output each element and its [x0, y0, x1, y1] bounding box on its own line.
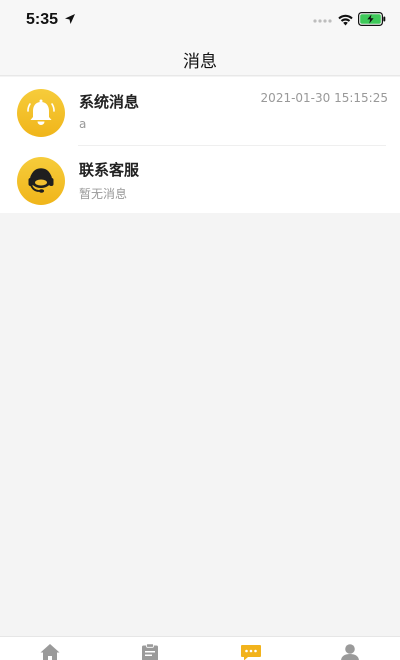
home-icon — [40, 644, 60, 660]
tab-orders[interactable] — [139, 643, 161, 660]
tab-profile[interactable] — [339, 643, 361, 660]
status-time: 5:35 — [26, 11, 59, 28]
system-message-avatar — [17, 89, 65, 137]
message-timestamp: 2021-01-30 15:15:25 — [260, 91, 388, 105]
message-title: 系统消息 — [79, 93, 140, 111]
clipboard-icon — [142, 643, 158, 660]
message-preview: 暂无消息 — [79, 187, 128, 201]
tab-bar — [0, 636, 400, 660]
message-list: 系统消息 a 2021-01-30 15:15:25 联系客服 暂无消息 — [0, 77, 400, 213]
battery-charging-icon — [358, 12, 386, 26]
customer-service-avatar — [17, 157, 65, 205]
nav-bar: 消息 — [0, 40, 400, 76]
status-bar: 5:35 — [0, 0, 400, 40]
message-item-system[interactable]: 系统消息 a 2021-01-30 15:15:25 — [0, 77, 400, 145]
chat-icon — [241, 645, 261, 660]
message-title: 联系客服 — [79, 161, 140, 179]
message-item-customer-service[interactable]: 联系客服 暂无消息 — [0, 145, 400, 213]
location-arrow-icon — [65, 14, 75, 24]
tab-messages[interactable] — [240, 643, 262, 660]
message-preview: a — [79, 117, 87, 131]
headset-icon — [28, 168, 54, 193]
tab-home[interactable] — [39, 643, 61, 660]
bell-icon — [27, 99, 55, 125]
signal-icon — [313, 19, 332, 23]
wifi-icon — [338, 14, 353, 26]
user-icon — [341, 644, 359, 660]
page-title: 消息 — [183, 52, 217, 72]
